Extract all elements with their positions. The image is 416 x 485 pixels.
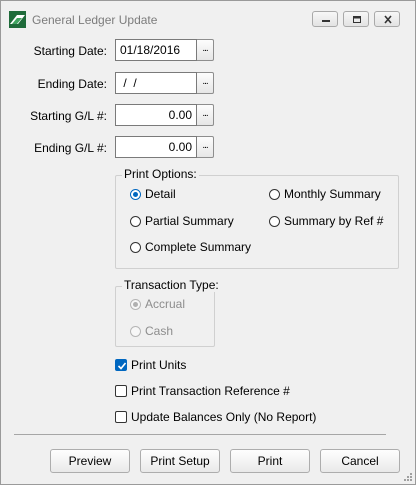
preview-button[interactable]: Preview <box>50 449 130 473</box>
title-bar[interactable]: General Ledger Update <box>1 1 415 37</box>
radio-summary-by-ref-label: Summary by Ref # <box>284 214 384 228</box>
radio-complete-summary[interactable]: Complete Summary <box>130 240 251 254</box>
radio-cash-indicator <box>130 325 141 337</box>
close-icon <box>384 15 392 24</box>
update-balances-only-box <box>115 411 127 423</box>
minimize-button[interactable] <box>312 11 338 27</box>
minimize-icon <box>322 20 330 22</box>
window-title: General Ledger Update <box>32 13 158 27</box>
starting-date-label: Starting Date: <box>33 44 107 58</box>
ending-gl-lookup-button[interactable]: ... <box>197 136 214 158</box>
print-units-checkbox[interactable]: Print Units <box>115 358 186 372</box>
ending-gl-label: Ending G/L #: <box>34 141 107 155</box>
general-ledger-update-window: General Ledger Update Starting Date: 01/… <box>0 0 416 485</box>
radio-complete-summary-label: Complete Summary <box>145 240 252 254</box>
ending-gl-field[interactable]: 0.00 <box>115 136 197 158</box>
starting-date-field[interactable]: 01/18/2016 <box>115 39 197 61</box>
close-button[interactable] <box>374 11 400 27</box>
radio-accrual-label: Accrual <box>145 297 186 311</box>
app-logo-icon <box>9 11 26 28</box>
starting-date-lookup-button[interactable]: ... <box>197 39 214 61</box>
radio-partial-summary-label: Partial Summary <box>145 214 234 228</box>
print-units-box <box>115 359 127 371</box>
radio-cash-label: Cash <box>145 324 174 338</box>
starting-gl-label: Starting G/L #: <box>30 109 107 123</box>
cancel-button[interactable]: Cancel <box>320 449 400 473</box>
print-transaction-reference-checkbox[interactable]: Print Transaction Reference # <box>115 384 290 398</box>
ending-date-lookup-button[interactable]: ... <box>197 72 214 94</box>
radio-monthly-summary-label: Monthly Summary <box>284 187 381 201</box>
radio-partial-summary[interactable]: Partial Summary <box>130 214 234 228</box>
ending-date-field[interactable]: / / <box>115 72 197 94</box>
radio-complete-summary-indicator <box>130 241 141 253</box>
starting-gl-lookup-button[interactable]: ... <box>197 104 214 126</box>
radio-monthly-summary-indicator <box>269 188 280 200</box>
radio-summary-by-ref[interactable]: Summary by Ref # <box>269 214 383 228</box>
maximize-button[interactable] <box>343 11 369 27</box>
starting-gl-field[interactable]: 0.00 <box>115 104 197 126</box>
print-units-label: Print Units <box>131 358 187 372</box>
print-transaction-reference-label: Print Transaction Reference # <box>131 384 290 398</box>
radio-partial-summary-indicator <box>130 215 141 227</box>
print-setup-button[interactable]: Print Setup <box>140 449 220 473</box>
print-options-title: Print Options: <box>122 167 199 181</box>
ending-date-label: Ending Date: <box>37 77 107 91</box>
resize-grip-icon[interactable] <box>403 472 413 482</box>
radio-detail-indicator <box>130 188 141 200</box>
radio-accrual-indicator <box>130 298 141 310</box>
update-balances-only-label: Update Balances Only (No Report) <box>131 410 317 424</box>
radio-cash[interactable]: Cash <box>130 324 173 338</box>
radio-accrual[interactable]: Accrual <box>130 297 185 311</box>
print-transaction-reference-box <box>115 385 127 397</box>
button-separator <box>14 434 386 435</box>
checkmark-icon <box>117 362 127 370</box>
radio-monthly-summary[interactable]: Monthly Summary <box>269 187 381 201</box>
radio-detail-label: Detail <box>145 187 176 201</box>
print-button[interactable]: Print <box>230 449 310 473</box>
radio-detail[interactable]: Detail <box>130 187 176 201</box>
update-balances-only-checkbox[interactable]: Update Balances Only (No Report) <box>115 410 316 424</box>
radio-summary-by-ref-indicator <box>269 215 280 227</box>
maximize-icon <box>353 16 361 23</box>
transaction-type-title: Transaction Type: <box>122 278 221 292</box>
